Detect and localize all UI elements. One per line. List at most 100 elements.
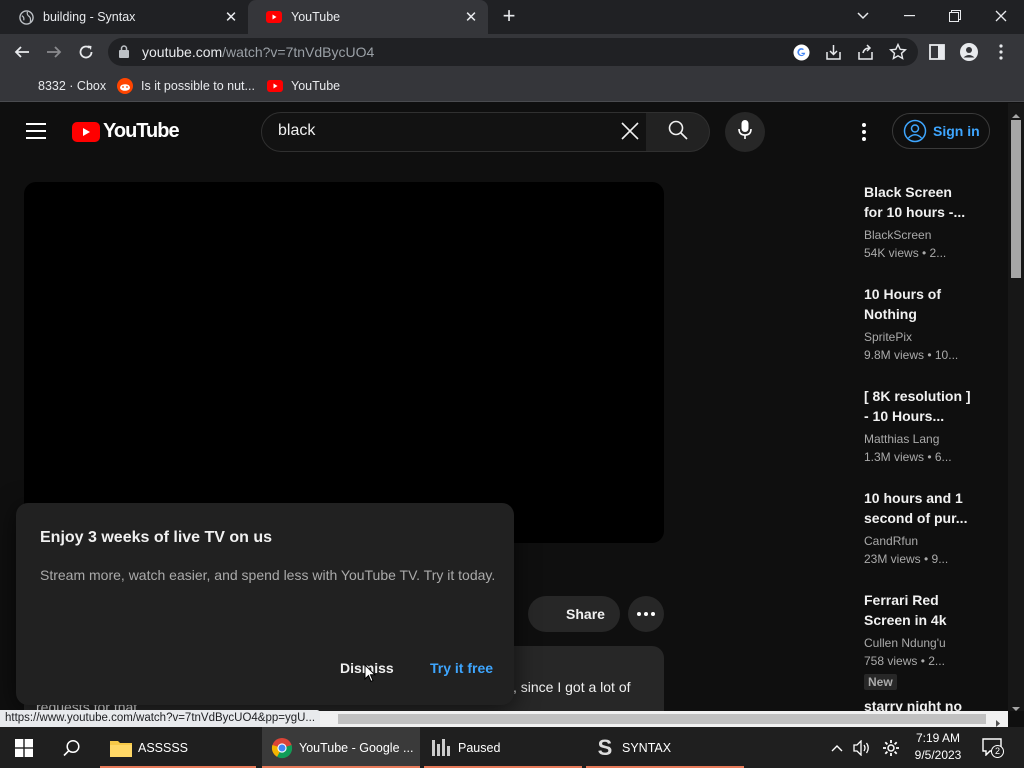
profile-icon[interactable] (960, 43, 978, 66)
start-button[interactable] (13, 727, 41, 768)
rec-title-line2: Screen in 4k (864, 612, 947, 628)
google-icon[interactable] (793, 44, 810, 66)
rec-title-line2: Nothing (864, 306, 917, 322)
scroll-down-arrow-icon[interactable] (1011, 699, 1021, 717)
taskbar-item-paused[interactable]: Paused (424, 727, 582, 768)
promo-title: Enjoy 3 weeks of live TV on us (40, 529, 273, 546)
hamburger-menu-icon[interactable] (26, 123, 46, 139)
taskbar-item-label: Paused (458, 740, 501, 755)
recommendation-item[interactable]: 10 Hours of Nothing SpritePix 9.8M views… (864, 284, 974, 364)
share-label: Share (566, 606, 605, 622)
recommendation-item[interactable]: Black Screen for 10 hours -... BlackScre… (864, 182, 974, 262)
reddit-icon (117, 78, 133, 94)
tab-title: building - Syntax (43, 10, 136, 24)
rec-title-line1: starry night no (864, 698, 963, 711)
taskbar-item-syntax[interactable]: S SYNTAX (586, 727, 744, 768)
more-actions-button[interactable] (628, 596, 664, 632)
restore-button[interactable] (932, 0, 978, 32)
rec-title-line1: [ 8K resolution ] (864, 388, 971, 404)
clock-date: 9/5/2023 (914, 748, 962, 762)
chrome-menu-icon[interactable] (999, 44, 1003, 65)
close-window-button[interactable] (978, 0, 1024, 32)
windows-logo-icon (13, 737, 35, 759)
recommendation-item[interactable]: 10 hours and 1 second of pur... CandRfun… (864, 488, 974, 568)
taskbar-search-button[interactable] (61, 727, 89, 768)
recommendation-item[interactable]: starry night no (864, 696, 974, 711)
rec-meta: 9.8M views • 10... (864, 348, 959, 362)
notification-icon: 2 (982, 737, 1004, 758)
show-hidden-icons-chevron-icon[interactable] (831, 727, 843, 768)
folder-icon (110, 737, 132, 759)
microphone-icon (738, 119, 752, 145)
tab-title: YouTube (291, 10, 341, 24)
vertical-scrollbar-thumb[interactable] (1011, 120, 1021, 278)
taskbar-item-label: SYNTAX (622, 740, 672, 755)
description-text: , since I got a lot of (513, 679, 631, 695)
clear-search-icon[interactable] (618, 119, 642, 143)
bookmark-cbox[interactable]: 8332 · Cbox (38, 76, 106, 96)
url-path: /watch?v=7tnVdBycUO4 (222, 44, 375, 60)
logo-wordmark: YouTube (103, 120, 180, 142)
search-icon (668, 120, 688, 145)
new-badge: New (864, 674, 897, 690)
rec-title-line2: - 10 Hours... (864, 408, 945, 424)
youtube-play-icon (72, 121, 100, 142)
tab-search-chevron-icon[interactable] (840, 0, 886, 32)
settings-more-icon[interactable] (852, 120, 876, 144)
tab-building-syntax[interactable]: building - Syntax ✕ (0, 0, 248, 34)
video-player[interactable] (24, 182, 664, 543)
settings-gear-icon[interactable] (882, 727, 900, 768)
voice-search-button[interactable] (725, 112, 765, 152)
rec-channel: CandRfun (864, 534, 919, 548)
bookmark-youtube[interactable]: YouTube (267, 76, 340, 96)
rec-channel: SpritePix (864, 330, 913, 344)
close-tab-icon[interactable]: ✕ (220, 8, 242, 26)
tab-youtube[interactable]: YouTube ✕ (248, 0, 488, 34)
youtube-logo[interactable]: YouTube (72, 120, 180, 143)
volume-icon[interactable] (853, 727, 871, 768)
horizontal-scrollbar-thumb[interactable] (338, 714, 986, 724)
sign-in-button[interactable]: Sign in (892, 113, 990, 149)
recommendation-item[interactable]: [ 8K resolution ] - 10 Hours... Matthias… (864, 386, 974, 466)
rec-title-line2: second of pur... (864, 510, 968, 526)
close-tab-icon[interactable]: ✕ (460, 8, 482, 26)
taskbar-item-chrome[interactable]: YouTube - Google ... (262, 727, 420, 768)
rec-meta: 54K views • 2... (864, 246, 947, 260)
lock-icon[interactable] (119, 45, 129, 63)
search-button[interactable] (646, 112, 710, 152)
mouse-cursor-icon (364, 663, 377, 684)
share-button[interactable]: Share (528, 596, 620, 632)
promo-body: Stream more, watch easier, and spend les… (40, 567, 496, 583)
minimize-button[interactable] (886, 0, 932, 32)
clock-time: 7:19 AM (915, 731, 961, 745)
bookmark-star-icon[interactable] (888, 42, 908, 66)
url-text[interactable]: youtube.com/watch?v=7tnVdBycUO4 (142, 44, 374, 60)
recommendation-item[interactable]: Ferrari Red Screen in 4k Cullen Ndung'u … (864, 590, 974, 691)
share-page-icon[interactable] (857, 44, 874, 66)
rec-title-line1: Ferrari Red (864, 592, 939, 608)
install-app-icon[interactable] (825, 44, 842, 66)
rec-title-line1: Black Screen (864, 184, 952, 200)
reload-icon[interactable] (74, 40, 98, 64)
try-it-free-button[interactable]: Try it free (430, 660, 493, 676)
chrome-icon (271, 737, 293, 759)
audio-app-icon (430, 737, 452, 759)
side-panel-icon[interactable] (929, 44, 945, 65)
search-icon (61, 737, 83, 759)
search-query[interactable]: black (278, 122, 315, 140)
bookmark-reddit[interactable]: Is it possible to nut... (117, 76, 255, 96)
taskbar-clock[interactable]: 7:19 AM 9/5/2023 (906, 730, 970, 764)
link-status-bar: https://www.youtube.com/watch?v=7tnVdByc… (0, 710, 321, 728)
youtube-favicon-icon (266, 9, 282, 25)
forward-arrow-icon[interactable] (42, 40, 66, 64)
taskbar-item-file-explorer[interactable]: ASSSSS (100, 727, 256, 768)
bookmark-label: YouTube (291, 79, 341, 93)
rec-title-line1: 10 hours and 1 (864, 490, 963, 506)
notification-count-badge: 2 (991, 744, 1004, 758)
notifications-button[interactable]: 2 (982, 727, 1004, 768)
new-tab-button[interactable]: + (497, 5, 521, 29)
back-arrow-icon[interactable] (10, 40, 34, 64)
account-icon (903, 119, 927, 143)
search-input[interactable] (261, 112, 647, 152)
youtube-page: YouTube black Sign in Share , since I go (0, 103, 1008, 711)
